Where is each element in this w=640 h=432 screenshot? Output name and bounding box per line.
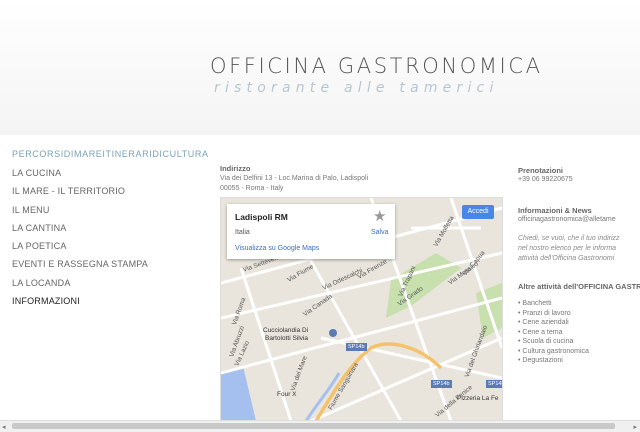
save-link[interactable]: Salva <box>371 229 389 236</box>
scroll-left-arrow-icon[interactable]: ◂ <box>2 423 6 431</box>
address-line1: Via dei Delfini 13 - Loc.Marina di Palo,… <box>220 175 369 182</box>
address-heading: Indirizzo <box>220 164 251 173</box>
view-on-google-maps-link[interactable]: Visualizza su Google Maps <box>235 245 319 252</box>
signin-button[interactable]: Accedi <box>462 205 494 219</box>
promo-text-line: Chiedi, se vuoi, che il tuo indirizz <box>518 235 620 242</box>
main-menu: LA CUCINA IL MARE - IL TERRITORIO IL MEN… <box>12 168 148 314</box>
place-name: Ladispoli RM <box>235 212 288 222</box>
service-item: • Pranzi di lavoro <box>518 309 571 317</box>
service-item: • Scuola di cucina <box>518 338 574 345</box>
address-text: Via dei Delfini 13 - Loc.Marina di Palo,… <box>220 174 368 194</box>
header: OFFICINA GASTRONOMICA ristorante alle ta… <box>0 0 640 135</box>
road-shield: SP14b <box>486 380 502 388</box>
menu-item-la-poetica[interactable]: LA POETICA <box>12 241 148 259</box>
info-news-heading: Informazioni & News <box>518 206 592 215</box>
menu-item-il-menu[interactable]: IL MENU <box>12 205 148 223</box>
road-shield: SP14b <box>346 343 367 351</box>
services-list: • Banchetti • Pranzi di lavoro • Cene az… <box>518 300 589 367</box>
service-item: • Cene aziendali <box>518 319 569 326</box>
road-shield: SP14b <box>431 380 452 388</box>
menu-item-informazioni[interactable]: INFORMAZIONI <box>12 296 148 314</box>
service-item: • Cene a tema <box>518 328 563 336</box>
map-info-card: Ladispoli RM Italia Visualizza su Google… <box>227 204 395 259</box>
poi-label: Four X <box>277 391 297 398</box>
logo-title[interactable]: OFFICINA GASTRONOMICA <box>210 54 543 78</box>
sidebar-tagline: PERCORSIDIMAREITINERARIDICULTURA <box>12 149 209 159</box>
google-map[interactable]: Via Molfetta Via Capua Via Messico Via T… <box>220 197 503 422</box>
poi-label: Bartolotti Silvia <box>265 335 308 342</box>
menu-item-il-mare[interactable]: IL MARE - IL TERRITORIO <box>12 186 148 204</box>
menu-item-eventi[interactable]: EVENTI E RASSEGNA STAMPA <box>12 259 148 277</box>
poi-label: Cucciolandia Di <box>263 327 309 334</box>
horizontal-scrollbar[interactable]: ◂ ▸ <box>0 420 640 432</box>
logo-subtitle: ristorante alle tamerici <box>214 80 499 96</box>
scroll-right-arrow-icon[interactable]: ▸ <box>633 423 637 431</box>
menu-item-la-locanda[interactable]: LA LOCANDA <box>12 278 148 296</box>
services-heading: Altre attività dell'OFFICINA GASTRO <box>518 282 640 291</box>
address-line2: 00055 - Roma - Italy <box>220 185 284 192</box>
place-country: Italia <box>235 229 250 236</box>
reservations-heading: Prenotazioni <box>518 166 564 175</box>
service-item: • Cultura gastronomica <box>518 347 589 355</box>
promo-text-line: attività dell'Officina Gastronomi <box>518 255 615 262</box>
menu-item-la-cucina[interactable]: LA CUCINA <box>12 168 148 186</box>
email-link[interactable]: officinagastronomica@alletame <box>518 216 616 223</box>
scrollbar-thumb[interactable] <box>12 423 615 429</box>
poi-marker-icon[interactable] <box>329 329 337 337</box>
phone-number: +39 06 99220675 <box>518 176 573 183</box>
service-item: • Degustazioni <box>518 357 563 364</box>
menu-item-la-cantina[interactable]: LA CANTINA <box>12 223 148 241</box>
promo-text-line: nel nostro elenco per le informa <box>518 245 617 252</box>
star-icon[interactable]: ★ <box>373 207 386 225</box>
service-item: • Banchetti <box>518 300 552 307</box>
